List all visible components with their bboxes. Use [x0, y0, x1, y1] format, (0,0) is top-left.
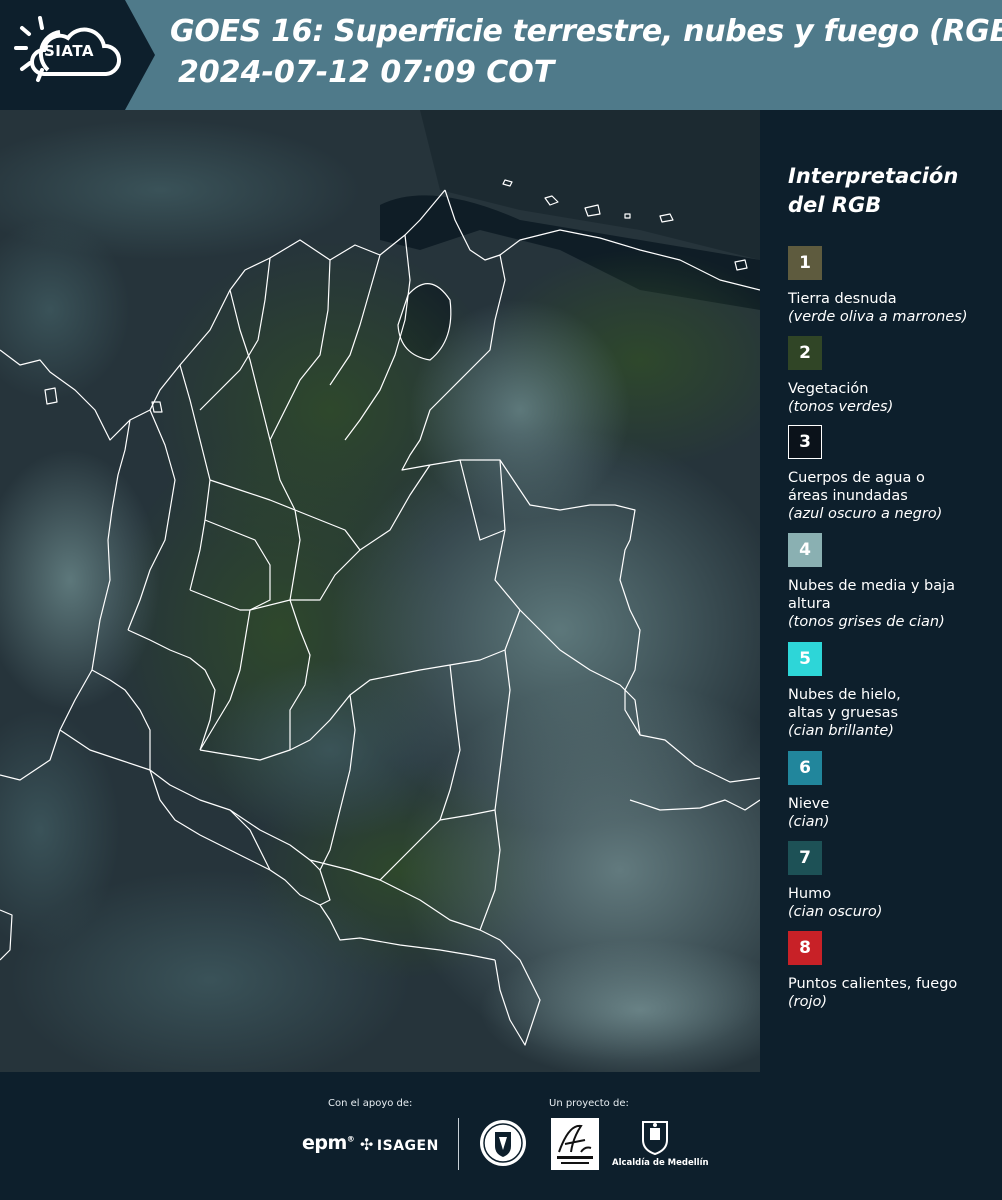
- legend-swatch: 7: [788, 841, 822, 875]
- legend-item-note: (verde oliva a marrones): [788, 309, 968, 325]
- legend-swatch: 4: [788, 533, 822, 567]
- satellite-map[interactable]: [0, 110, 760, 1072]
- logo-block: SIATA: [0, 0, 155, 110]
- logo-text: SIATA: [44, 42, 95, 60]
- legend-item-snow: 6 Nieve (cian): [788, 751, 998, 831]
- support-label: Con el apoyo de:: [328, 1098, 413, 1109]
- legend-item-label: Puntos calientes, fuego: [788, 976, 958, 992]
- area-metropolitana-logo-icon: [551, 1118, 599, 1170]
- legend-item-note: (rojo): [788, 994, 828, 1010]
- legend-swatch: 6: [788, 751, 822, 785]
- legend-item-fire: 8 Puntos calientes, fuego (rojo): [788, 931, 998, 1011]
- footer-divider: [458, 1118, 459, 1170]
- legend-swatch: 8: [788, 931, 822, 965]
- legend-swatch: 1: [788, 246, 822, 280]
- legend-title: Interpretación del RGB: [788, 164, 959, 217]
- university-seal-icon: [480, 1120, 526, 1166]
- legend-item-water: 3 Cuerpos de agua o áreas inundadas (azu…: [788, 425, 998, 523]
- footer: Con el apoyo de: Un proyecto de: epm® ✣ I…: [0, 1072, 1002, 1200]
- isagen-mark-icon: ✣: [360, 1135, 374, 1154]
- legend-panel: Interpretación del RGB 1 Tierra desnuda …: [760, 110, 1002, 1072]
- header-bar: SIATA GOES 16: Superficie terrestre, nub…: [0, 0, 1002, 110]
- epm-logo: epm®: [302, 1132, 355, 1154]
- legend-item-ice-clouds: 5 Nubes de hielo, altas y gruesas (cian …: [788, 642, 998, 740]
- legend-item-label: Cuerpos de agua o áreas inundadas: [788, 470, 925, 504]
- legend-item-note: (azul oscuro a negro): [788, 506, 943, 522]
- legend-item-label: Vegetación: [788, 381, 869, 397]
- legend-item-note: (tonos grises de cian): [788, 614, 945, 630]
- legend-item-note: (tonos verdes): [788, 399, 894, 415]
- legend-swatch: 2: [788, 336, 822, 370]
- isagen-logo: ✣ ISAGEN: [360, 1135, 439, 1154]
- legend-swatch: 5: [788, 642, 822, 676]
- project-label: Un proyecto de:: [549, 1098, 629, 1109]
- page-timestamp: 2024-07-12 07:09 COT: [178, 55, 555, 90]
- page-title: GOES 16: Superficie terrestre, nubes y f…: [170, 14, 1002, 49]
- legend-item-vegetation: 2 Vegetación (tonos verdes): [788, 336, 998, 416]
- legend-item-low-clouds: 4 Nubes de media y baja altura (tonos gr…: [788, 533, 998, 631]
- legend-item-note: (cian): [788, 814, 830, 830]
- legend-item-note: (cian oscuro): [788, 904, 883, 920]
- legend-swatch: 3: [788, 425, 822, 459]
- alcaldia-text: Alcaldía de Medellín: [612, 1158, 709, 1168]
- legend-item-bare-soil: 1 Tierra desnuda (verde oliva a marrones…: [788, 246, 998, 326]
- legend-item-label: Tierra desnuda: [788, 291, 897, 307]
- alcaldia-shield-icon: [642, 1121, 668, 1156]
- legend-item-smoke: 7 Humo (cian oscuro): [788, 841, 998, 921]
- legend-item-label: Humo: [788, 886, 832, 902]
- legend-item-label: Nubes de hielo, altas y gruesas: [788, 687, 901, 721]
- satellite-image: [0, 110, 760, 1072]
- legend-item-label: Nubes de media y baja altura: [788, 578, 956, 612]
- legend-item-label: Nieve: [788, 796, 830, 812]
- legend-item-note: (cian brillante): [788, 723, 894, 739]
